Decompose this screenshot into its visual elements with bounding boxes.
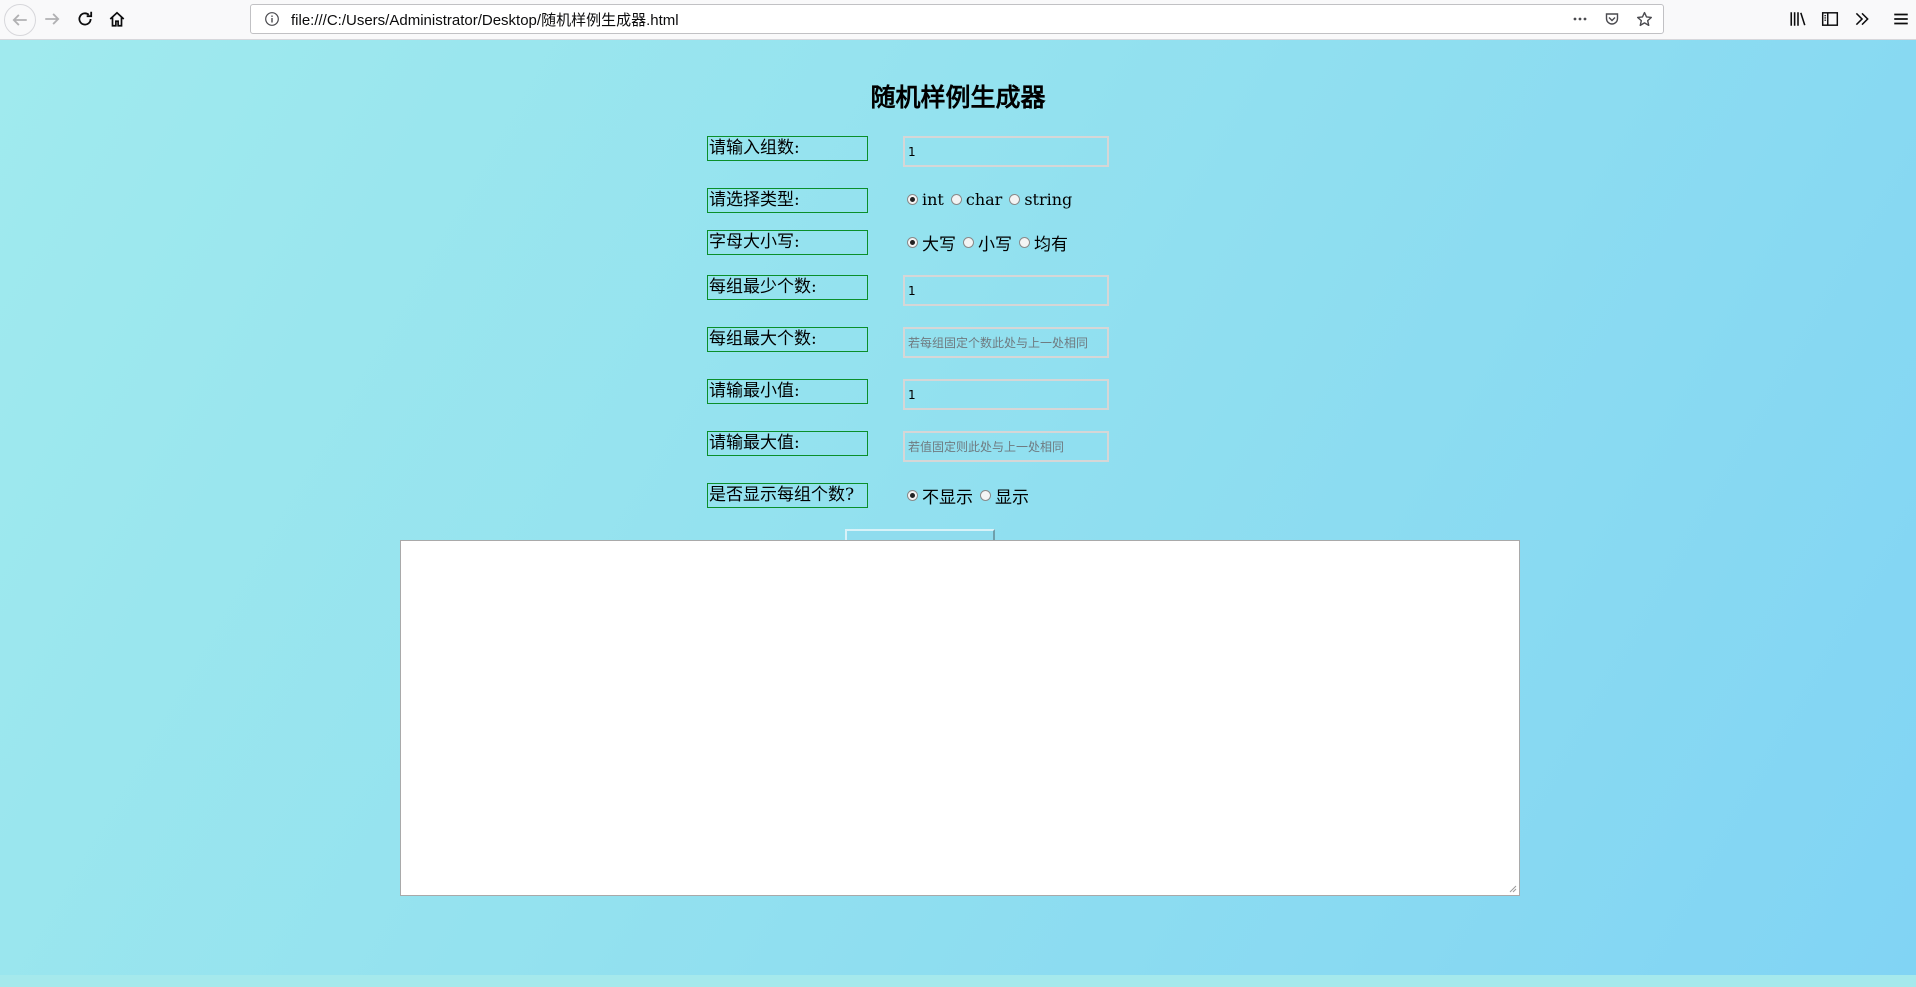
bookmark-star-icon[interactable]	[1631, 6, 1657, 32]
case-option-both[interactable]: 均有	[1019, 230, 1068, 255]
output-textarea[interactable]	[400, 540, 1520, 896]
forward-arrow-icon	[45, 13, 60, 25]
address-bar[interactable]: file:///C:/Users/Administrator/Desktop/随…	[250, 4, 1664, 34]
min-per-group-input[interactable]	[903, 275, 1109, 306]
show-count-label: 是否显示每组个数?	[707, 483, 868, 508]
max-per-group-input[interactable]	[903, 327, 1109, 358]
home-button[interactable]	[102, 4, 132, 34]
group-count-input[interactable]	[903, 136, 1109, 167]
show-count-option-show[interactable]: 显示	[980, 483, 1029, 508]
reload-icon	[78, 11, 93, 26]
type-radio-group: int char string	[907, 188, 1079, 211]
back-button[interactable]	[4, 4, 36, 36]
type-option-string[interactable]: string	[1009, 190, 1072, 209]
site-info-icon[interactable]	[259, 11, 285, 27]
radio-button[interactable]	[907, 490, 918, 501]
browser-toolbar: file:///C:/Users/Administrator/Desktop/随…	[0, 0, 1916, 40]
type-option-int[interactable]: int	[907, 190, 944, 209]
max-per-group-label: 每组最大个数:	[707, 327, 868, 352]
min-per-group-label: 每组最少个数:	[707, 275, 868, 300]
radio-button[interactable]	[963, 237, 974, 248]
overflow-chevron-icon[interactable]	[1847, 4, 1877, 34]
library-icon[interactable]	[1783, 4, 1813, 34]
max-value-label: 请输最大值:	[707, 431, 868, 456]
min-value-label: 请输最小值:	[707, 379, 868, 404]
sidebar-toggle-icon[interactable]	[1815, 4, 1845, 34]
letter-case-radio-group: 大写 小写 均有	[907, 230, 1075, 255]
hamburger-menu-icon[interactable]	[1886, 4, 1916, 34]
back-arrow-icon	[12, 14, 27, 26]
show-count-option-hide[interactable]: 不显示	[907, 483, 973, 508]
reload-button[interactable]	[70, 4, 100, 34]
max-value-input[interactable]	[903, 431, 1109, 462]
bottom-strip	[0, 975, 1916, 987]
radio-button[interactable]	[950, 194, 962, 205]
case-option-lower[interactable]: 小写	[963, 230, 1012, 255]
resize-grip-icon[interactable]	[1508, 884, 1517, 893]
url-text[interactable]: file:///C:/Users/Administrator/Desktop/随…	[291, 9, 1567, 30]
radio-button[interactable]	[1019, 237, 1030, 248]
home-icon	[109, 11, 125, 27]
pocket-icon[interactable]	[1599, 6, 1625, 32]
page-title: 随机样例生成器	[870, 83, 1046, 112]
case-option-upper[interactable]: 大写	[907, 230, 956, 255]
page-actions-icon[interactable]	[1567, 6, 1593, 32]
letter-case-label: 字母大小写:	[707, 230, 868, 255]
radio-button[interactable]	[1009, 194, 1021, 205]
radio-button[interactable]	[907, 237, 918, 248]
group-count-label: 请输入组数:	[707, 136, 868, 161]
radio-button[interactable]	[980, 490, 991, 501]
type-option-char[interactable]: char	[950, 190, 1002, 209]
forward-button[interactable]	[37, 4, 67, 34]
type-label: 请选择类型:	[707, 188, 868, 213]
show-count-radio-group: 不显示 显示	[907, 483, 1036, 508]
radio-button[interactable]	[907, 194, 918, 205]
min-value-input[interactable]	[903, 379, 1109, 410]
